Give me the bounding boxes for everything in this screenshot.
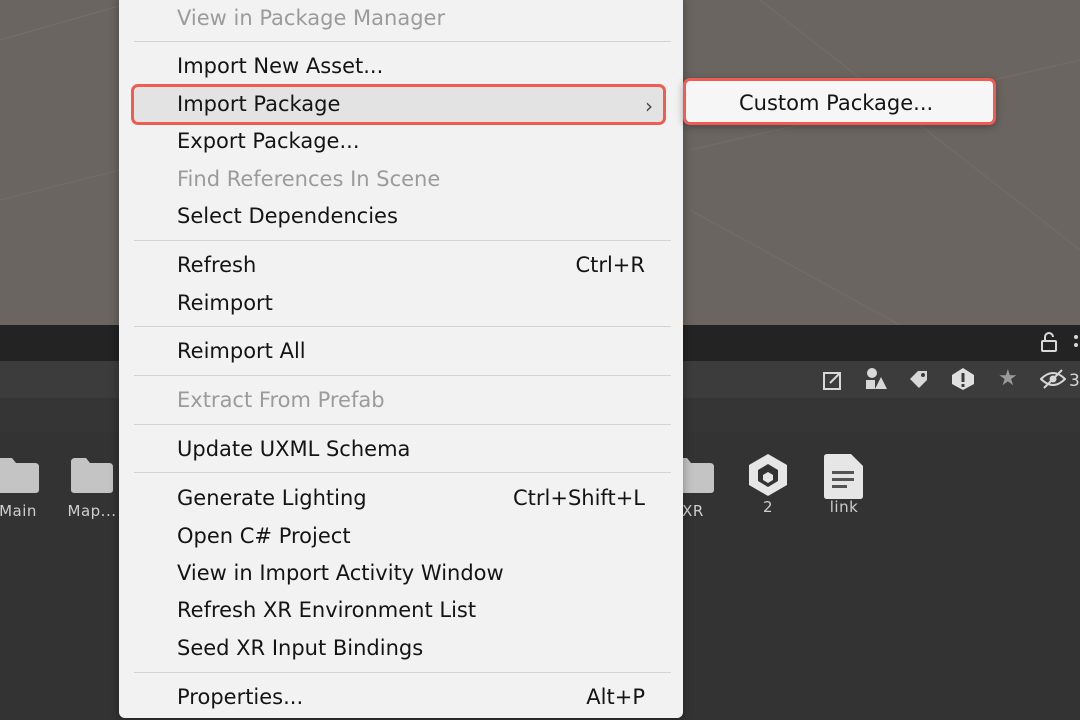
- menu-item-seed-xr-input-bindings[interactable]: Seed XR Input Bindings: [177, 632, 645, 664]
- submenu-custom-package[interactable]: Custom Package...: [683, 78, 996, 125]
- hidden-packages-icon[interactable]: [1039, 369, 1067, 394]
- search-by-type-icon[interactable]: [864, 367, 888, 396]
- favorite-star-icon[interactable]: ★: [998, 368, 1018, 390]
- lock-icon[interactable]: [1040, 332, 1058, 357]
- menu-item-label: Reimport All: [177, 339, 306, 363]
- document-icon: [824, 454, 863, 499]
- submenu-arrow-icon: ›: [645, 94, 653, 118]
- asset-folder-map[interactable]: Map...: [57, 456, 127, 520]
- search-by-label-icon[interactable]: [908, 369, 930, 396]
- menu-item-shortcut: Ctrl+R: [575, 253, 645, 277]
- menu-separator: [134, 41, 671, 42]
- asset-file-link[interactable]: link: [809, 452, 879, 516]
- menu-item-label: Refresh XR Environment List: [177, 598, 477, 622]
- menu-item-import-new-asset[interactable]: Import New Asset...: [177, 50, 645, 82]
- menu-item-generate-lighting[interactable]: Generate Lighting Ctrl+Shift+L: [177, 482, 645, 514]
- menu-item-label: Import Package: [177, 92, 341, 116]
- menu-item-label: Import New Asset...: [177, 54, 384, 78]
- menu-item-label: Reimport: [177, 291, 273, 315]
- open-in-window-icon[interactable]: [822, 369, 844, 396]
- menu-item-reimport[interactable]: Reimport: [177, 287, 645, 319]
- menu-item-export-package[interactable]: Export Package...: [177, 125, 645, 157]
- menu-item-update-uxml-schema[interactable]: Update UXML Schema: [177, 433, 645, 465]
- folder-icon: [0, 458, 39, 493]
- folder-icon: [71, 458, 113, 493]
- submenu-item-label: Custom Package...: [739, 91, 934, 115]
- menu-item-view-in-package-manager: View in Package Manager: [177, 2, 645, 34]
- menu-item-label: Generate Lighting: [177, 486, 367, 510]
- menu-item-label: Open C# Project: [177, 524, 351, 548]
- menu-item-shortcut: Ctrl+Shift+L: [513, 486, 645, 510]
- menu-item-view-import-activity[interactable]: View in Import Activity Window: [177, 557, 645, 589]
- menu-item-import-package[interactable]: Import Package ›: [131, 84, 666, 125]
- menu-item-label: Refresh: [177, 253, 257, 277]
- menu-item-label: Update UXML Schema: [177, 437, 411, 461]
- asset-label: Map...: [67, 502, 117, 520]
- asset-scene-2[interactable]: 2: [733, 452, 803, 516]
- menu-item-properties[interactable]: Properties... Alt+P: [177, 681, 645, 713]
- menu-item-open-csharp-project[interactable]: Open C# Project: [177, 520, 645, 552]
- menu-item-label: View in Package Manager: [177, 6, 446, 30]
- menu-item-select-dependencies[interactable]: Select Dependencies: [177, 200, 645, 232]
- unity-icon: [749, 454, 787, 496]
- more-options-icon[interactable]: [1072, 331, 1080, 358]
- menu-item-label: View in Import Activity Window: [177, 561, 504, 585]
- asset-label: link: [829, 498, 859, 516]
- menu-item-label: Select Dependencies: [177, 204, 398, 228]
- menu-item-shortcut: Alt+P: [586, 685, 645, 709]
- menu-item-label: Export Package...: [177, 129, 360, 153]
- menu-item-reimport-all[interactable]: Reimport All: [177, 335, 645, 367]
- asset-label: Main: [0, 502, 37, 520]
- menu-item-refresh-xr-environment-list[interactable]: Refresh XR Environment List: [177, 594, 645, 626]
- warning-icon[interactable]: [951, 367, 975, 396]
- menu-item-label: Properties...: [177, 685, 304, 709]
- hidden-packages-count: 3: [1069, 371, 1080, 391]
- asset-folder-main[interactable]: Main: [0, 456, 53, 520]
- menu-item-label: Seed XR Input Bindings: [177, 636, 424, 660]
- menu-item-refresh[interactable]: Refresh Ctrl+R: [177, 249, 645, 281]
- asset-label: 2: [762, 498, 774, 516]
